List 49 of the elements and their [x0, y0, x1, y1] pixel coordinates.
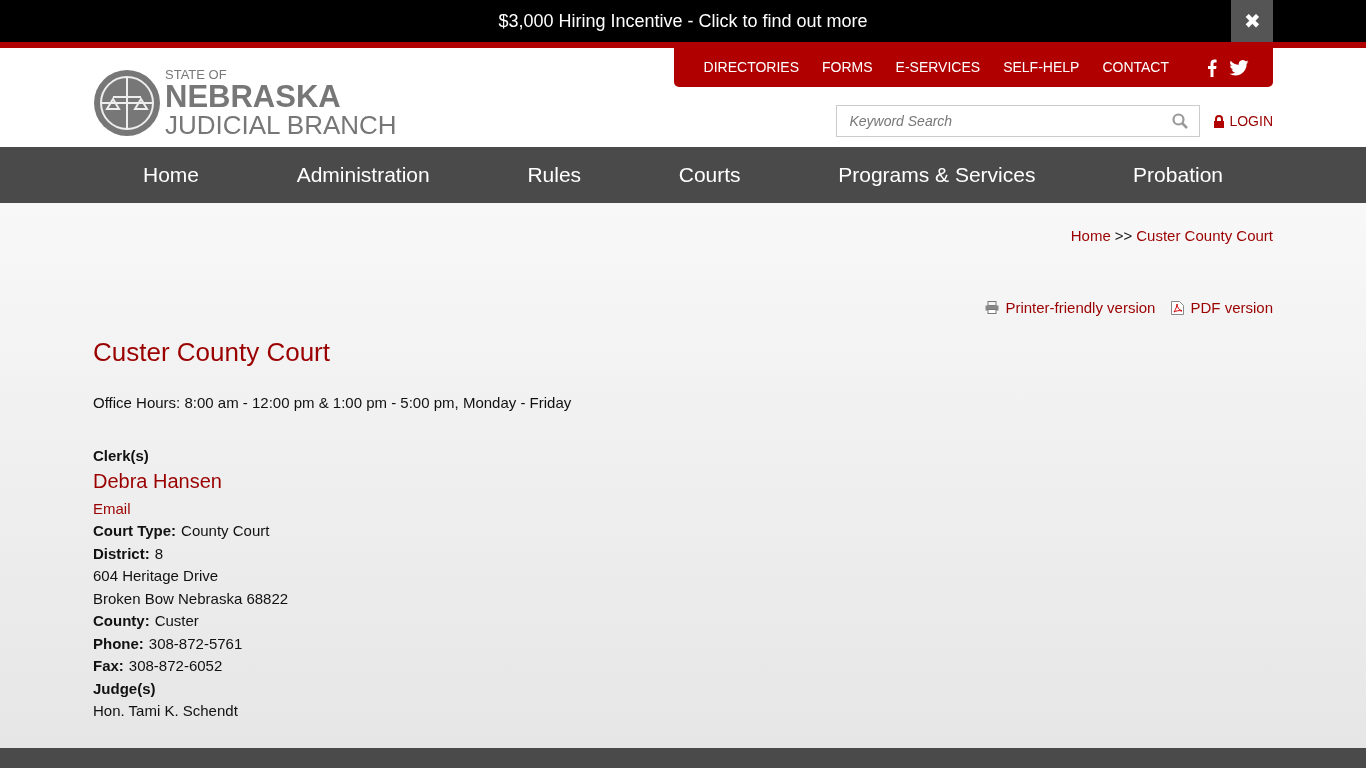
search-field[interactable]: Keyword Search: [836, 105, 1201, 137]
hiring-banner-link[interactable]: $3,000 Hiring Incentive - Click to find out more: [498, 7, 868, 35]
utility-nav-link[interactable]: FORMS: [822, 57, 873, 78]
pdf-link[interactable]: PDF version: [1171, 296, 1273, 319]
field-label: Phone:: [93, 633, 144, 654]
utility-nav-link[interactable]: DIRECTORIES: [703, 57, 799, 78]
field-value: 308-872-5761: [148, 633, 243, 654]
printer-friendly-link[interactable]: Printer-friendly version: [985, 296, 1156, 319]
utility-nav-link[interactable]: E-SERVICES: [895, 57, 981, 78]
main-nav-link[interactable]: Home: [143, 159, 200, 191]
field-label: County:: [93, 611, 150, 631]
printer-icon: [985, 301, 1000, 315]
field-value: 308-872-6052: [128, 656, 223, 676]
logo-text: JUDICIAL BRANCH: [165, 111, 397, 138]
main-nav-link[interactable]: Courts: [678, 159, 741, 191]
section-heading: Judge(s): [93, 678, 156, 699]
detail-text: 604 Heritage Drive: [93, 566, 219, 586]
facebook-icon[interactable]: [1207, 58, 1217, 77]
clerk-name: Debra Hansen: [93, 469, 223, 494]
seal-icon: [93, 68, 161, 137]
login-link[interactable]: LOGIN: [1214, 110, 1273, 132]
close-button[interactable]: ✖: [1231, 0, 1273, 42]
field-label: District:: [93, 543, 150, 564]
main-nav-link[interactable]: Rules: [527, 159, 582, 191]
twitter-icon[interactable]: [1229, 59, 1249, 76]
field-label: Court Type:: [93, 521, 177, 541]
breadcrumb-link[interactable]: Home: [1070, 225, 1111, 248]
lock-icon: [1214, 114, 1225, 128]
pdf-icon: [1171, 300, 1185, 315]
email-link[interactable]: Email: [93, 498, 1273, 520]
page-title: Custer County Court: [93, 336, 331, 369]
breadcrumb-separator: >>: [1114, 226, 1133, 246]
detail-text: Broken Bow Nebraska 68822: [93, 588, 289, 609]
clerk-heading: Clerk(s): [93, 445, 150, 466]
office-hours: Office Hours: 8:00 am - 12:00 pm & 1:00 pm - 5:00 pm, Monday - Friday: [93, 393, 573, 413]
logo-text: NEBRASKA: [165, 80, 342, 112]
utility-nav-link[interactable]: CONTACT: [1102, 57, 1169, 78]
main-nav-link[interactable]: Programs & Services: [838, 159, 1036, 191]
main-nav-link[interactable]: Administration: [296, 159, 430, 191]
field-label: Fax:: [93, 656, 124, 676]
search-icon[interactable]: [1172, 113, 1189, 129]
utility-nav-link[interactable]: SELF-HELP: [1003, 57, 1080, 78]
main-nav-link[interactable]: Probation: [1133, 159, 1223, 191]
field-value: 8: [154, 543, 164, 564]
field-value: County Court: [181, 521, 270, 541]
breadcrumb-link[interactable]: Custer County Court: [1136, 225, 1273, 248]
detail-text: Hon. Tami K. Schendt: [93, 701, 238, 721]
field-value: Custer: [154, 611, 199, 631]
logo-text: STATE OF: [165, 67, 228, 81]
